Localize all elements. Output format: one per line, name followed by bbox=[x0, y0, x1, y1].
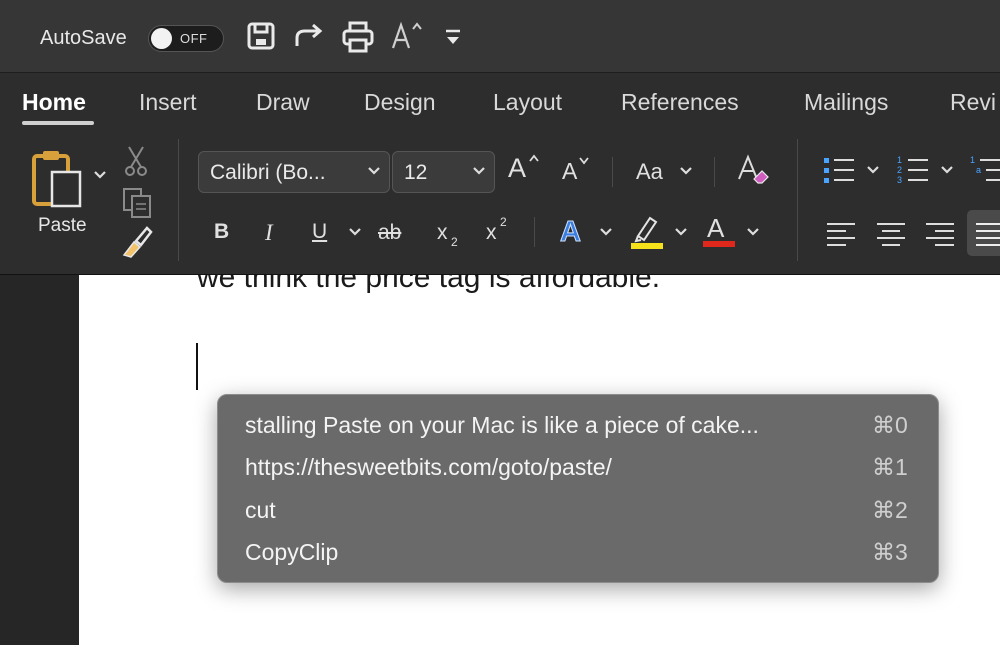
shrink-font-button[interactable]: A bbox=[562, 158, 577, 185]
tab-design[interactable]: Design bbox=[364, 89, 436, 116]
chevron-down-icon[interactable] bbox=[679, 166, 693, 176]
copy-icon[interactable] bbox=[121, 187, 153, 219]
superscript-mark: 2 bbox=[500, 215, 507, 229]
chevron-down-icon[interactable] bbox=[674, 227, 688, 237]
align-right-icon[interactable] bbox=[925, 221, 955, 249]
chevron-down-icon[interactable] bbox=[746, 227, 760, 237]
clear-formatting-icon[interactable] bbox=[736, 153, 770, 187]
tab-insert[interactable]: Insert bbox=[139, 89, 197, 116]
text-effects-button[interactable]: A bbox=[560, 216, 582, 249]
active-tab-indicator bbox=[22, 121, 94, 125]
italic-button[interactable]: I bbox=[265, 220, 273, 246]
svg-text:3: 3 bbox=[897, 175, 902, 185]
justify-icon bbox=[976, 223, 1000, 246]
clipboard-item-shortcut: ⌘3 bbox=[872, 539, 908, 565]
svg-text:1: 1 bbox=[897, 155, 902, 165]
clipboard-item-text: cut bbox=[245, 497, 276, 523]
font-name-value: Calibri (Bo... bbox=[210, 161, 326, 184]
font-color-button[interactable]: A bbox=[707, 213, 724, 244]
subscript-mark: 2 bbox=[451, 235, 458, 249]
paste-label: Paste bbox=[38, 215, 87, 236]
numbering-icon[interactable]: 1 2 3 bbox=[896, 153, 930, 187]
ribbon-separator bbox=[534, 217, 535, 247]
ribbon-separator bbox=[178, 139, 179, 261]
highlighter-icon[interactable] bbox=[630, 214, 664, 250]
scissors-icon[interactable] bbox=[123, 145, 149, 177]
clipboard-item-shortcut: ⌘0 bbox=[872, 412, 908, 438]
align-left-icon[interactable] bbox=[826, 221, 856, 249]
customize-toolbar-icon[interactable] bbox=[444, 28, 462, 48]
bold-button[interactable]: B bbox=[214, 220, 229, 244]
caret-up-icon bbox=[529, 154, 539, 162]
subscript-button[interactable]: x bbox=[437, 221, 448, 245]
chevron-down-icon bbox=[473, 167, 485, 175]
svg-text:2: 2 bbox=[897, 165, 902, 175]
tab-mailings[interactable]: Mailings bbox=[804, 89, 888, 116]
grow-font-button[interactable]: A bbox=[508, 153, 526, 184]
clipboard-item[interactable]: stalling Paste on your Mac is like a pie… bbox=[218, 406, 938, 446]
tab-references[interactable]: References bbox=[621, 89, 739, 116]
chevron-down-icon[interactable] bbox=[866, 165, 880, 175]
text-cursor bbox=[196, 343, 198, 390]
caret-down-icon bbox=[579, 157, 589, 165]
format-painter-icon[interactable] bbox=[120, 224, 154, 258]
print-icon[interactable] bbox=[341, 20, 375, 54]
bullets-icon[interactable] bbox=[822, 153, 856, 187]
font-color-swatch bbox=[703, 241, 735, 247]
ribbon-separator bbox=[714, 157, 715, 187]
font-size-value: 12 bbox=[404, 161, 428, 184]
svg-text:1: 1 bbox=[970, 155, 975, 165]
chevron-down-icon[interactable] bbox=[348, 227, 362, 237]
highlight-color-swatch bbox=[631, 243, 663, 249]
toggle-knob bbox=[151, 28, 172, 49]
font-name-dropdown[interactable]: Calibri (Bo... bbox=[198, 151, 390, 193]
clipboard-item-text: https://thesweetbits.com/goto/paste/ bbox=[245, 454, 612, 480]
document-text: we think the price tag is affordable. bbox=[197, 275, 661, 294]
superscript-button[interactable]: x bbox=[486, 221, 497, 245]
autosave-label: AutoSave bbox=[40, 27, 127, 49]
clipboard-item-shortcut: ⌘2 bbox=[872, 497, 908, 523]
clipboard-item-text: stalling Paste on your Mac is like a pie… bbox=[245, 412, 759, 438]
save-icon[interactable] bbox=[246, 20, 276, 52]
clipboard-item-shortcut: ⌘1 bbox=[872, 454, 908, 480]
grow-font-icon[interactable] bbox=[390, 20, 426, 52]
clipboard-item[interactable]: cut ⌘2 bbox=[218, 491, 938, 531]
justify-button[interactable] bbox=[967, 210, 1000, 256]
clipboard-history-popup: stalling Paste on your Mac is like a pie… bbox=[217, 394, 939, 583]
clipboard-item[interactable]: https://thesweetbits.com/goto/paste/ ⌘1 bbox=[218, 448, 938, 488]
multilevel-list-icon[interactable]: 1 a bbox=[968, 153, 1000, 187]
chevron-down-icon[interactable] bbox=[940, 165, 954, 175]
underline-button[interactable]: U bbox=[312, 220, 327, 244]
autosave-state: OFF bbox=[180, 31, 208, 46]
title-bar: AutoSave OFF bbox=[0, 0, 1000, 73]
clipboard-item-text: CopyClip bbox=[245, 539, 339, 565]
tab-layout[interactable]: Layout bbox=[493, 89, 562, 116]
redo-icon[interactable] bbox=[292, 20, 326, 52]
font-size-dropdown[interactable]: 12 bbox=[392, 151, 495, 193]
strikethrough-button[interactable]: ab bbox=[378, 221, 401, 245]
tab-review[interactable]: Revi bbox=[950, 89, 996, 116]
paste-chevron-icon[interactable] bbox=[93, 169, 107, 181]
chevron-down-icon bbox=[368, 167, 380, 175]
ribbon-separator bbox=[797, 139, 798, 261]
align-center-icon[interactable] bbox=[876, 221, 906, 249]
tab-draw[interactable]: Draw bbox=[256, 89, 310, 116]
ribbon: Home Insert Draw Design Layout Reference… bbox=[0, 73, 1000, 275]
tab-home[interactable]: Home bbox=[22, 89, 86, 116]
clipboard-item[interactable]: CopyClip ⌘3 bbox=[218, 533, 938, 573]
ribbon-separator bbox=[612, 157, 613, 187]
autosave-toggle[interactable]: OFF bbox=[148, 25, 224, 52]
chevron-down-icon[interactable] bbox=[599, 227, 613, 237]
left-gutter bbox=[0, 275, 79, 645]
svg-text:a: a bbox=[976, 165, 981, 175]
paste-icon[interactable] bbox=[30, 148, 90, 210]
change-case-button[interactable]: Aa bbox=[636, 159, 663, 185]
